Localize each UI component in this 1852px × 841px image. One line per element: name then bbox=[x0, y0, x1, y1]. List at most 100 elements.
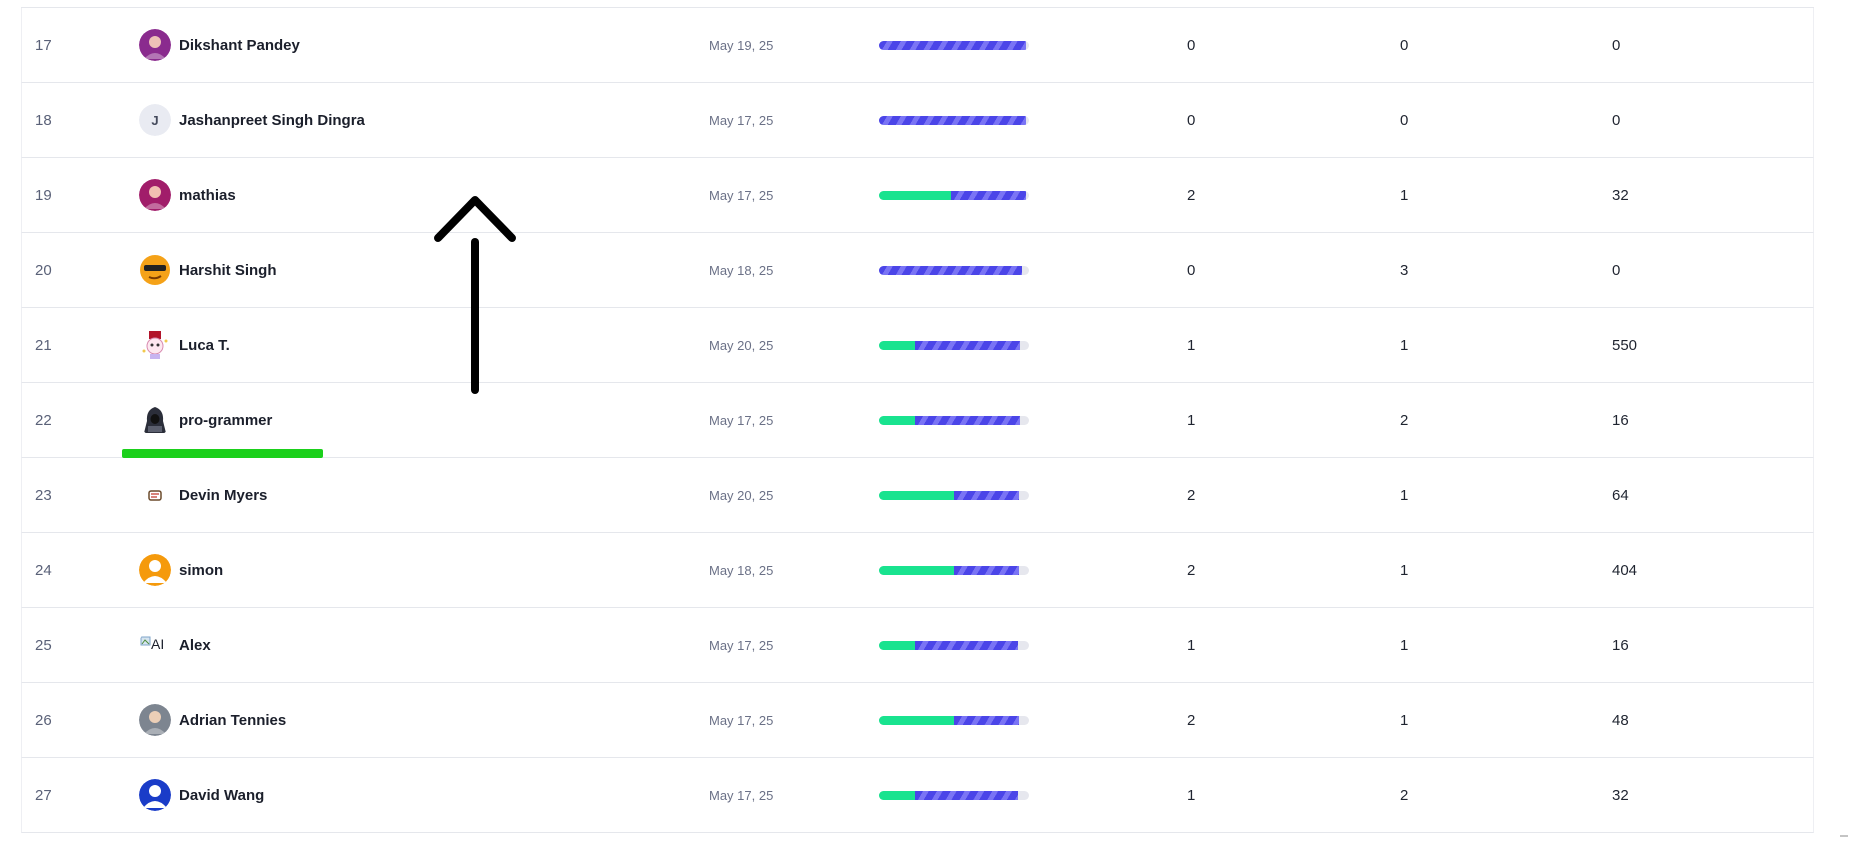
progress-solved-segment bbox=[879, 565, 954, 575]
stat-column-1: 2 bbox=[1187, 486, 1196, 504]
user-name[interactable]: Luca T. bbox=[179, 337, 230, 354]
progress-bar bbox=[879, 758, 1029, 832]
table-row[interactable]: 24 simon May 18, 25 2 1 404 bbox=[21, 533, 1814, 608]
user-cell[interactable]: mathias bbox=[139, 158, 236, 232]
cartoon-avatar bbox=[139, 329, 171, 361]
user-name[interactable]: Alex bbox=[179, 637, 211, 654]
progress-track bbox=[879, 715, 1029, 725]
stat-column-2: 1 bbox=[1400, 486, 1409, 504]
join-date: May 17, 25 bbox=[709, 412, 774, 428]
stat-column-2: 1 bbox=[1400, 561, 1409, 579]
user-cell[interactable]: Harshit Singh bbox=[139, 233, 277, 307]
progress-track bbox=[879, 565, 1029, 575]
join-date: May 19, 25 bbox=[709, 37, 774, 53]
user-name[interactable]: Jashanpreet Singh Dingra bbox=[179, 112, 365, 129]
user-cell[interactable]: J Jashanpreet Singh Dingra bbox=[139, 83, 365, 157]
broken-image-avatar: AI bbox=[139, 629, 171, 661]
rank-number: 20 bbox=[35, 261, 52, 279]
progress-attempted-segment bbox=[954, 715, 1019, 725]
stat-column-1: 0 bbox=[1187, 261, 1196, 279]
progress-attempted-segment bbox=[915, 415, 1020, 425]
table-row[interactable]: 17 Dikshant Pandey May 19, 25 0 0 0 bbox=[21, 8, 1814, 83]
stat-column-2: 1 bbox=[1400, 336, 1409, 354]
letter-avatar: J bbox=[139, 104, 171, 136]
table-row[interactable]: 19 mathias May 17, 25 2 1 32 bbox=[21, 158, 1814, 233]
user-name[interactable]: Harshit Singh bbox=[179, 262, 277, 279]
stat-column-1: 1 bbox=[1187, 411, 1196, 429]
progress-track bbox=[879, 190, 1029, 200]
table-row[interactable]: 26 Adrian Tennies May 17, 25 2 1 48 bbox=[21, 683, 1814, 758]
progress-attempted-segment bbox=[879, 40, 1026, 50]
user-cell[interactable]: simon bbox=[139, 533, 223, 607]
progress-attempted-segment bbox=[954, 490, 1019, 500]
progress-solved-segment bbox=[879, 340, 915, 350]
join-date: May 18, 25 bbox=[709, 562, 774, 578]
resize-grip-icon[interactable] bbox=[1838, 826, 1850, 838]
rank-number: 23 bbox=[35, 486, 52, 504]
stat-column-3: 0 bbox=[1612, 36, 1621, 54]
table-row[interactable]: 20 Harshit Singh May 18, 25 0 3 0 bbox=[21, 233, 1814, 308]
join-date: May 17, 25 bbox=[709, 187, 774, 203]
table-row[interactable]: 23 Devin Myers May 20, 25 2 1 64 bbox=[21, 458, 1814, 533]
rank-number: 24 bbox=[35, 561, 52, 579]
table-row[interactable]: 18 J Jashanpreet Singh Dingra May 17, 25… bbox=[21, 83, 1814, 158]
svg-text:AI: AI bbox=[151, 636, 164, 652]
progress-bar bbox=[879, 8, 1029, 82]
user-cell[interactable]: David Wang bbox=[139, 758, 264, 832]
table-row[interactable]: 22 pro-grammer May 17, 25 1 2 16 bbox=[21, 383, 1814, 458]
progress-track bbox=[879, 340, 1029, 350]
user-cell[interactable]: Dikshant Pandey bbox=[139, 8, 300, 82]
small-logo-avatar bbox=[139, 479, 171, 511]
person-silhouette-avatar bbox=[139, 554, 171, 586]
user-cell[interactable]: pro-grammer bbox=[139, 383, 272, 457]
user-cell[interactable]: Luca T. bbox=[139, 308, 230, 382]
stat-column-1: 0 bbox=[1187, 36, 1196, 54]
stat-column-1: 1 bbox=[1187, 786, 1196, 804]
user-name[interactable]: Dikshant Pandey bbox=[179, 37, 300, 54]
rank-number: 26 bbox=[35, 711, 52, 729]
stat-column-3: 0 bbox=[1612, 111, 1621, 129]
svg-text:J: J bbox=[151, 113, 158, 128]
user-name[interactable]: simon bbox=[179, 562, 223, 579]
annotation-underline bbox=[122, 449, 323, 458]
stat-column-2: 1 bbox=[1400, 636, 1409, 654]
person-silhouette-avatar bbox=[139, 779, 171, 811]
rank-number: 27 bbox=[35, 786, 52, 804]
progress-track bbox=[879, 265, 1029, 275]
stat-column-3: 16 bbox=[1612, 411, 1629, 429]
progress-solved-segment bbox=[879, 415, 915, 425]
table-row[interactable]: 27 David Wang May 17, 25 1 2 32 bbox=[21, 758, 1814, 833]
user-cell[interactable]: Adrian Tennies bbox=[139, 683, 286, 757]
stat-column-1: 1 bbox=[1187, 336, 1196, 354]
stat-column-2: 0 bbox=[1400, 36, 1409, 54]
user-name[interactable]: mathias bbox=[179, 187, 236, 204]
progress-track bbox=[879, 640, 1029, 650]
user-name[interactable]: David Wang bbox=[179, 787, 264, 804]
progress-attempted-segment bbox=[879, 265, 1022, 275]
user-name[interactable]: Devin Myers bbox=[179, 487, 267, 504]
stat-column-3: 16 bbox=[1612, 636, 1629, 654]
stat-column-3: 48 bbox=[1612, 711, 1629, 729]
user-name[interactable]: pro-grammer bbox=[179, 412, 272, 429]
stat-column-3: 64 bbox=[1612, 486, 1629, 504]
user-name[interactable]: Adrian Tennies bbox=[179, 712, 286, 729]
progress-attempted-segment bbox=[879, 115, 1026, 125]
user-cell[interactable]: Devin Myers bbox=[139, 458, 267, 532]
table-row[interactable]: 25 AI Alex May 17, 25 1 1 16 bbox=[21, 608, 1814, 683]
progress-track bbox=[879, 115, 1029, 125]
progress-bar bbox=[879, 308, 1029, 382]
table-row[interactable]: 21 Luca T. May 20, 25 1 1 550 bbox=[21, 308, 1814, 383]
photo-avatar bbox=[139, 179, 171, 211]
leaderboard-table: 17 Dikshant Pandey May 19, 25 0 0 0 18 J… bbox=[21, 7, 1814, 833]
join-date: May 17, 25 bbox=[709, 112, 774, 128]
progress-bar bbox=[879, 158, 1029, 232]
stat-column-3: 0 bbox=[1612, 261, 1621, 279]
stat-column-2: 0 bbox=[1400, 111, 1409, 129]
stat-column-1: 2 bbox=[1187, 561, 1196, 579]
emoji-sunglasses-avatar bbox=[139, 254, 171, 286]
progress-bar bbox=[879, 683, 1029, 757]
user-cell[interactable]: AI Alex bbox=[139, 608, 211, 682]
photo-avatar bbox=[139, 704, 171, 736]
rank-number: 17 bbox=[35, 36, 52, 54]
join-date: May 18, 25 bbox=[709, 262, 774, 278]
